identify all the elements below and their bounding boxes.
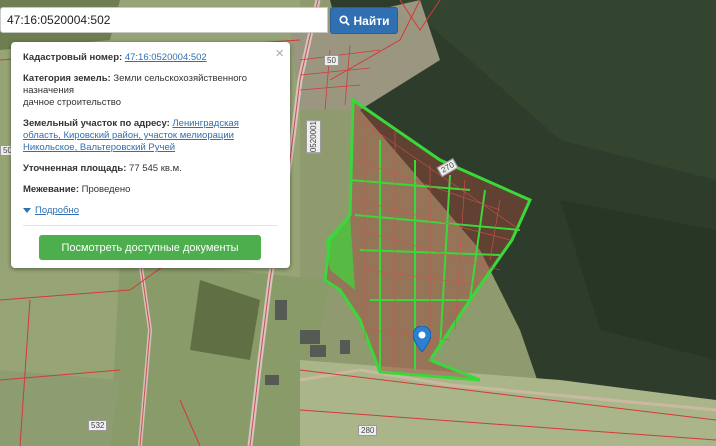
road-label: 532 (88, 420, 108, 431)
survey-value: Проведено (81, 184, 131, 195)
view-documents-button[interactable]: Посмотреть доступные документы (39, 235, 261, 260)
survey-label: Межевание: (23, 184, 79, 195)
details-toggle[interactable]: Подробно (23, 205, 278, 216)
search-bar: Найти (0, 7, 398, 35)
area-value: 77 545 кв.м. (129, 163, 182, 174)
parcel-info-panel: × Кадастровый номер: 47:16:0520004:502 К… (11, 42, 290, 268)
address-link-line3[interactable]: Никольское, Вальтеровский Ручей (23, 142, 175, 153)
road-label: 50 (324, 55, 339, 66)
address-link-line2[interactable]: область, Кировский район, участок мелиор… (23, 130, 234, 141)
cadastral-number-label: Кадастровый номер: (23, 52, 123, 63)
chevron-down-icon (23, 208, 31, 213)
details-toggle-label: Подробно (35, 205, 79, 216)
area-label: Уточненная площадь: (23, 163, 127, 174)
location-pin-icon[interactable] (413, 326, 431, 352)
cadastral-search-input[interactable] (0, 7, 328, 33)
land-category-value: Земли сельскохозяйственного (113, 73, 248, 84)
land-category-value-cont: назначения (23, 85, 75, 96)
cadastral-number-row: Кадастровый номер: 47:16:0520004:502 (23, 52, 278, 64)
address-row: Земельный участок по адресу: Ленинградск… (23, 118, 278, 154)
search-button-label: Найти (353, 13, 390, 28)
area-row: Уточненная площадь: 77 545 кв.м. (23, 163, 278, 175)
road-label: 280 (358, 425, 378, 436)
address-label: Земельный участок по адресу: (23, 118, 170, 129)
cadastral-number-link[interactable]: 47:16:0520004:502 (125, 52, 207, 63)
divider (23, 225, 278, 226)
survey-row: Межевание: Проведено (23, 184, 278, 196)
land-use-value: дачное строительство (23, 97, 122, 108)
address-link[interactable]: Ленинградская (172, 118, 238, 129)
land-category-row: Категория земель: Земли сельскохозяйстве… (23, 73, 278, 109)
land-category-label: Категория земель: (23, 73, 111, 84)
close-icon[interactable]: × (275, 46, 284, 61)
search-button[interactable]: Найти (330, 7, 398, 34)
road-label: 0520001 (306, 120, 321, 154)
search-icon (338, 15, 350, 26)
